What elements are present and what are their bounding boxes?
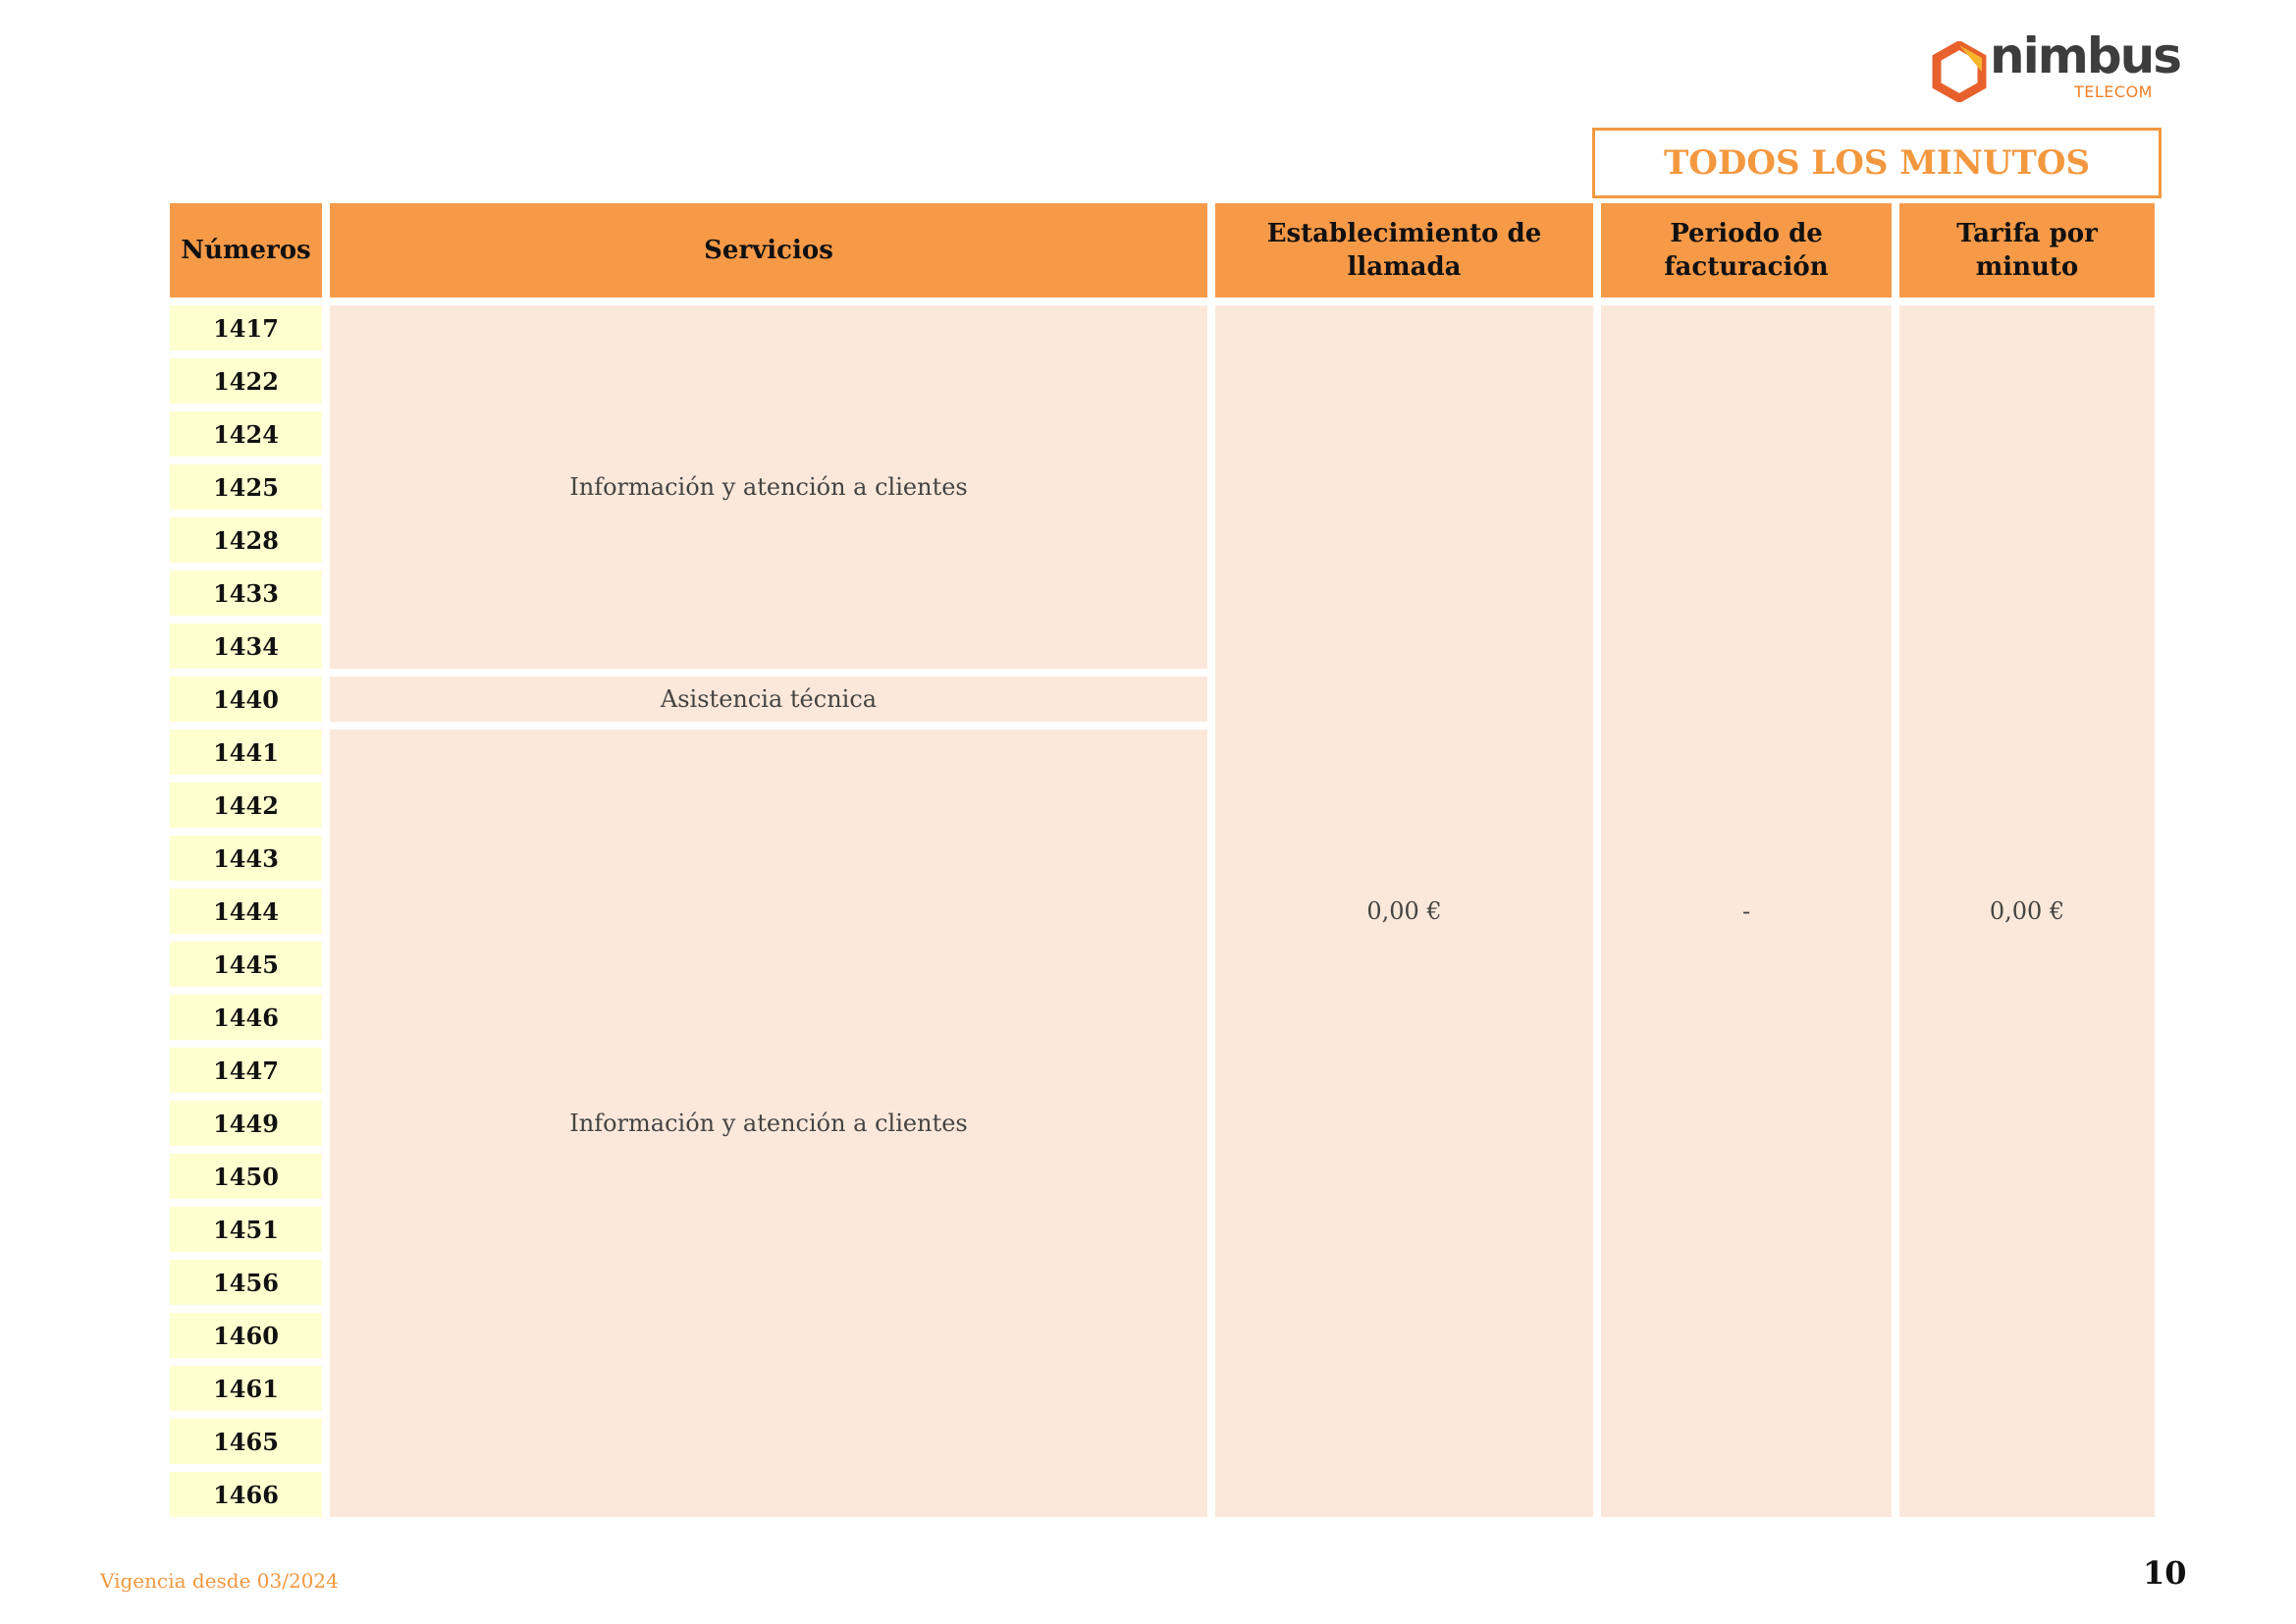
number-cell: 1442 — [170, 783, 322, 828]
header-tarifa: Tarifa por minuto — [1899, 203, 2155, 298]
service-cell: Información y atención a clientes — [330, 730, 1207, 1517]
logo-wordmark: nimbus — [1990, 27, 2182, 84]
number-cell: 1425 — [170, 464, 322, 510]
number-cell: 1422 — [170, 358, 322, 404]
establishment-cell: 0,00 € — [1215, 305, 1593, 1517]
number-cell: 1449 — [170, 1101, 322, 1146]
hexagon-logo-icon — [1932, 41, 1987, 102]
number-cell: 1441 — [170, 730, 322, 775]
rate-per-minute-cell: 0,00 € — [1899, 305, 2155, 1517]
table-row: 1417 Información y atención a clientes 0,0… — [170, 305, 2155, 1517]
number-cell: 1456 — [170, 1260, 322, 1305]
number-cell: 1450 — [170, 1154, 322, 1199]
number-cell: 1461 — [170, 1366, 322, 1411]
header-row: Números Servicios Establecimiento de lla… — [170, 203, 2155, 298]
nimbus-logo: nimbus TELECOM — [1929, 27, 2182, 108]
page-number: 10 — [2143, 1554, 2187, 1592]
number-cell: 1447 — [170, 1048, 322, 1093]
number-cell: 1444 — [170, 889, 322, 934]
logo-subtitle: TELECOM — [2074, 82, 2153, 101]
number-cell: 1417 — [170, 305, 322, 351]
number-cell: 1446 — [170, 995, 322, 1040]
rates-table: Números Servicios Establecimiento de lla… — [162, 195, 2163, 1525]
header-periodo: Periodo de facturación — [1601, 203, 1892, 298]
number-cell: 1460 — [170, 1313, 322, 1358]
number-cell: 1424 — [170, 411, 322, 457]
service-cell: Información y atención a clientes — [330, 305, 1207, 669]
number-cell: 1434 — [170, 623, 322, 669]
number-cell: 1433 — [170, 570, 322, 616]
number-cell: 1445 — [170, 942, 322, 987]
service-cell: Asistencia técnica — [330, 677, 1207, 722]
validity-footer: Vigencia desde 03/2024 — [100, 1569, 339, 1593]
number-cell: 1451 — [170, 1207, 322, 1252]
header-servicios: Servicios — [330, 203, 1207, 298]
header-numeros: Números — [170, 203, 322, 298]
todos-los-minutos-banner: TODOS LOS MINUTOS — [1592, 128, 2162, 198]
billing-period-cell: - — [1601, 305, 1892, 1517]
number-cell: 1440 — [170, 677, 322, 722]
number-cell: 1428 — [170, 517, 322, 563]
number-cell: 1443 — [170, 836, 322, 881]
rates-body: 1417 Información y atención a clientes 0,0… — [170, 305, 2155, 1517]
header-establecimiento: Establecimiento de llamada — [1215, 203, 1593, 298]
number-cell: 1466 — [170, 1472, 322, 1517]
number-cell: 1465 — [170, 1419, 322, 1464]
